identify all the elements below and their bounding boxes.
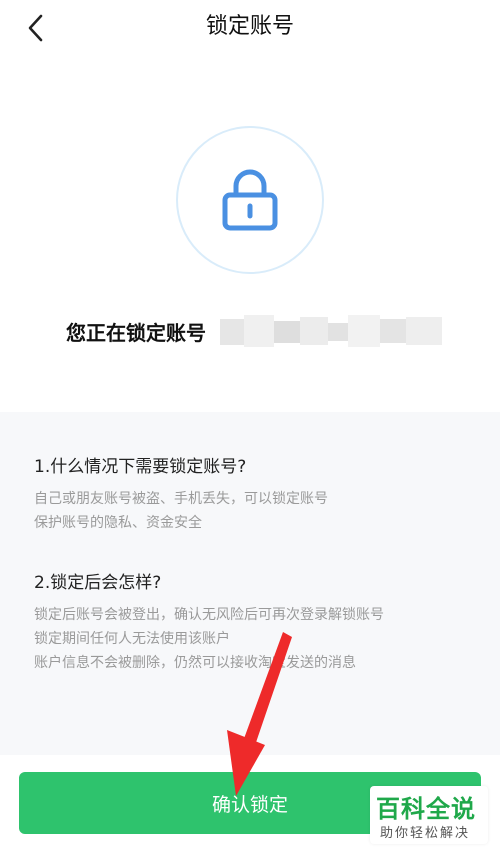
question-title-2: 2.锁定后会怎样? <box>34 573 162 593</box>
account-line: 您正在锁定账号 <box>66 314 446 348</box>
masked-account-id <box>220 315 442 347</box>
answer-line: 保护账号的隐私、资金安全 <box>34 515 202 531</box>
info-section: 1.什么情况下需要锁定账号? 自己或朋友账号被盗、手机丢失，可以锁定账号 保护账… <box>0 412 500 755</box>
lock-icon <box>222 169 278 231</box>
header-bar: 锁定账号 <box>0 0 500 56</box>
answer-line: 锁定后账号会被登出，确认无风险后可再次登录解锁账号 <box>34 607 384 623</box>
lock-hero: 您正在锁定账号 <box>0 56 500 412</box>
answer-line: 自己或朋友账号被盗、手机丢失，可以锁定账号 <box>34 491 328 507</box>
watermark-logo: 百科全说 助你轻松解决 <box>370 786 488 844</box>
watermark-main: 百科全说 <box>376 795 476 823</box>
account-label: 您正在锁定账号 <box>66 320 206 345</box>
answer-line: 账户信息不会被删除，仍然可以接收淘宝发送的消息 <box>34 655 356 671</box>
watermark-sub: 助你轻松解决 <box>380 826 471 841</box>
answer-line: 锁定期间任何人无法使用该账户 <box>34 631 230 647</box>
page-title: 锁定账号 <box>205 14 294 39</box>
lock-badge <box>176 126 324 274</box>
question-title-1: 1.什么情况下需要锁定账号? <box>34 457 247 477</box>
